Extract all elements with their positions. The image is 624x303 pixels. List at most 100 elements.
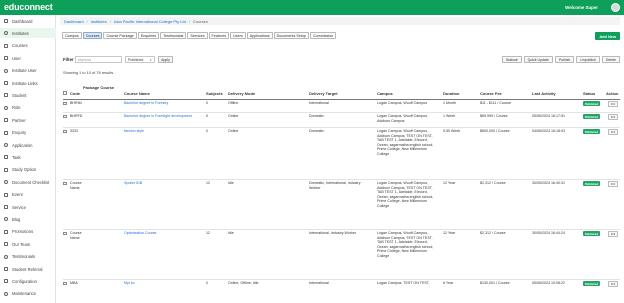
sidebar-item-institute-user[interactable]: Institute User — [0, 66, 56, 76]
status-select[interactable]: Published ▼ — [125, 56, 155, 63]
tab-campus[interactable]: Campus — [62, 32, 82, 39]
keyword-input[interactable]: keyword — [75, 56, 122, 63]
quick-update-button[interactable]: Quick Update — [523, 56, 553, 63]
row-checkbox[interactable] — [63, 101, 67, 106]
row-action-menu-button[interactable]: ••• — [608, 180, 618, 187]
sidebar-item-label: Promotions — [12, 229, 34, 235]
row-checkbox[interactable] — [63, 281, 67, 286]
sidebar-item-service[interactable]: Service — [0, 202, 56, 212]
column-header-course-fee[interactable]: Course Fee — [480, 91, 530, 96]
delete-label: Delete — [605, 57, 616, 62]
breadcrumb-institutes[interactable]: Institutes — [91, 19, 107, 24]
status-label: Status — [505, 57, 516, 62]
sidebar-item-label: Task — [12, 154, 21, 160]
sidebar-item-courses[interactable]: Courses — [0, 41, 56, 51]
tab-enquiries[interactable]: Enquiries — [137, 32, 160, 39]
welcome-text[interactable]: Welcome Super — [565, 5, 598, 10]
row-action-menu-button[interactable]: ••• — [608, 280, 618, 287]
breadcrumb-separator: / — [188, 18, 191, 24]
cell-fee: $2,312 / Course — [480, 181, 506, 185]
sidebar-item-student[interactable]: Student — [0, 90, 56, 100]
sidebar-item-task[interactable]: Task — [0, 152, 56, 162]
delete-button[interactable]: Delete — [601, 56, 620, 63]
course-name-link[interactable]: Optimization Course — [124, 231, 200, 236]
sidebar-item-label: Our Team — [12, 241, 31, 247]
row-action-menu-button[interactable]: ••• — [608, 230, 618, 237]
testimonials-icon — [4, 254, 8, 259]
tab-documents-setup[interactable]: Documents Setup — [273, 32, 309, 39]
tab-applications[interactable]: Applications — [246, 32, 273, 39]
tab-commission[interactable]: Commission — [309, 32, 337, 39]
column-header-last-activity[interactable]: Last Activity — [532, 91, 582, 96]
breadcrumb-dashboard[interactable]: Dashboard — [64, 19, 84, 24]
row-checkbox[interactable] — [63, 181, 67, 186]
column-header-course-name[interactable]: Course Name — [124, 91, 202, 96]
column-header-status[interactable]: Status — [583, 91, 603, 96]
breadcrumb-institute[interactable]: Asia Pacific International College Pty L… — [114, 19, 186, 24]
cell-fee: $2,312 / Course — [480, 231, 506, 235]
publish-button[interactable]: Publish — [554, 56, 575, 63]
sidebar-item-application[interactable]: Application — [0, 140, 56, 150]
tab-features[interactable]: Features — [208, 32, 230, 39]
course-name-link[interactable]: fashion style — [124, 129, 200, 134]
column-header-duration[interactable]: Duration — [443, 91, 476, 96]
tab-testimonials[interactable]: Testimonials — [160, 32, 187, 39]
sidebar-item-dashboard[interactable]: Dashboard — [0, 16, 56, 26]
sidebar-item-blog[interactable]: Blog — [0, 214, 56, 224]
column-header-campus[interactable]: Campus — [377, 91, 439, 96]
add-new-button[interactable]: Add New — [595, 32, 620, 40]
status-badge: Published — [583, 281, 600, 286]
cell-fee: $11 - $111 / Course — [480, 101, 511, 105]
tab-courses[interactable]: Courses — [82, 32, 103, 39]
tab-users[interactable]: Users — [230, 32, 246, 39]
sidebar-item-document-checklist[interactable]: Document Checklist — [0, 177, 56, 187]
column-header-action[interactable]: Action — [606, 91, 620, 96]
sidebar-item-enquiry[interactable]: Enquiry — [0, 128, 56, 138]
sidebar-item-role[interactable]: Role — [0, 103, 56, 113]
column-header-package-course[interactable]: Package Course — [83, 85, 117, 90]
column-header-delivery-mode[interactable]: Delivery Mode — [228, 91, 306, 96]
sidebar-item-testimonials[interactable]: Testimonials — [0, 252, 56, 262]
sidebar-item-our-team[interactable]: Our Team — [0, 239, 56, 249]
tab-course-package[interactable]: Course Package — [103, 32, 137, 39]
column-header-delivery-target[interactable]: Delivery Target — [309, 91, 375, 96]
cell-mode: Idle — [228, 231, 234, 235]
row-action-menu-button[interactable]: ••• — [608, 128, 618, 135]
row-checkbox[interactable] — [63, 231, 67, 236]
app-logo[interactable]: educonnect — [4, 2, 53, 12]
unpublish-button[interactable]: Unpublish — [576, 56, 600, 63]
sidebar-item-label: Blog — [12, 216, 21, 222]
checklist-icon — [4, 180, 8, 185]
filter-bar: Filter keyword Published ▼ Apply Status … — [63, 56, 620, 64]
apply-button[interactable]: Apply — [158, 56, 173, 63]
avatar[interactable] — [611, 3, 620, 12]
gear-icon — [4, 279, 8, 284]
tab-services[interactable]: Services — [187, 32, 208, 39]
row-divider — [63, 229, 620, 230]
status-button[interactable]: Status ▾ — [501, 56, 522, 63]
sidebar-item-institute-links[interactable]: Institute Links — [0, 78, 56, 88]
sidebar-item-maintenance[interactable]: Maintenance — [0, 289, 56, 299]
course-name-link[interactable]: Bachelor degree in Forestry — [124, 101, 200, 106]
column-header-code[interactable]: Code — [70, 91, 84, 96]
row-checkbox[interactable] — [63, 114, 67, 119]
cell-duration: 6 Year — [443, 281, 454, 285]
sidebar-item-promotions[interactable]: Promotions — [0, 227, 56, 237]
select-all-checkbox[interactable] — [63, 91, 67, 95]
sidebar-item-event[interactable]: Event — [0, 190, 56, 200]
course-name-link[interactable]: Spoiler IDB — [124, 181, 200, 186]
sidebar-item-institutes[interactable]: Institutes — [0, 28, 56, 39]
course-name-link[interactable]: Bachelor degree in Foresight development — [124, 114, 200, 119]
course-name-link[interactable]: Mpi ko — [124, 281, 200, 286]
cell-activity: 05/06/2024 10:08:22 — [532, 281, 565, 285]
sidebar-item-configuration[interactable]: Configuration — [0, 276, 56, 286]
sidebar-item-student-referral[interactable]: Student Referral — [0, 264, 56, 274]
quick-update-label: Quick Update — [527, 57, 549, 62]
column-header-subjects[interactable]: Subjects — [206, 91, 226, 96]
sidebar-item-study-option[interactable]: Study Option — [0, 165, 56, 175]
row-action-menu-button[interactable]: ••• — [608, 113, 618, 120]
row-checkbox[interactable] — [63, 129, 67, 134]
row-action-menu-button[interactable]: ••• — [608, 100, 618, 107]
sidebar-item-user[interactable]: User — [0, 53, 56, 63]
sidebar-item-partner[interactable]: Partner — [0, 115, 56, 125]
